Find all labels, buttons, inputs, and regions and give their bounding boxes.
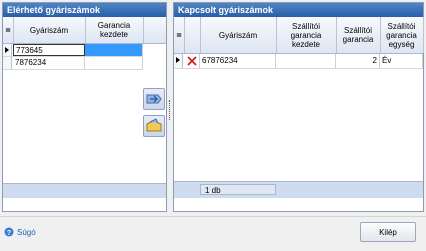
splitter-handle[interactable]: [169, 100, 171, 120]
row-selector[interactable]: [3, 57, 12, 69]
cell-warranty-start[interactable]: [85, 57, 143, 69]
cell-warranty-start[interactable]: [85, 44, 143, 56]
linked-serials-title: Kapcsolt gyáriszámok: [174, 3, 423, 17]
row-selector[interactable]: [174, 54, 183, 68]
row-selector[interactable]: [3, 44, 12, 56]
column-header-delete: [184, 17, 201, 53]
cell-serial[interactable]: 773645: [13, 44, 85, 56]
column-header-serial[interactable]: Gyáriszám: [200, 17, 277, 53]
available-serials-footer: [3, 183, 166, 198]
move-to-linked-button[interactable]: [143, 88, 165, 110]
help-label[interactable]: Súgó: [17, 228, 36, 237]
help-link[interactable]: ? Súgó: [4, 226, 36, 238]
delete-row-button[interactable]: [184, 54, 200, 68]
cell-supplier-start[interactable]: [276, 54, 336, 68]
column-header-serial[interactable]: Gyáriszám: [13, 17, 86, 43]
column-header-supplier-warranty[interactable]: Szállítói garancia: [336, 17, 381, 53]
linked-serials-header: ≣ Gyáriszám Szállítói garancia kezdete S…: [174, 17, 424, 54]
exit-button[interactable]: Kilép: [360, 222, 416, 242]
cell-serial[interactable]: 7876234: [13, 57, 85, 69]
delete-x-icon: [187, 56, 197, 66]
cell-supplier-warranty[interactable]: 2: [336, 54, 380, 68]
column-header-supplier-start[interactable]: Szállítói garancia kezdete: [276, 17, 337, 53]
column-header-warranty-start[interactable]: Garancia kezdete: [85, 17, 144, 43]
svg-text:?: ?: [7, 230, 11, 237]
move-to-available-button[interactable]: [143, 115, 165, 137]
move-left-icon: [146, 118, 162, 132]
move-right-icon: [146, 94, 162, 104]
table-row[interactable]: 67876234 2 Év: [174, 54, 423, 69]
cell-supplier-unit[interactable]: Év: [380, 54, 423, 68]
column-header-supplier-unit[interactable]: Szállítói garancia egység: [380, 17, 424, 53]
available-serials-header: ≣ Gyáriszám Garancia kezdete: [3, 17, 166, 44]
linked-count: 1 db: [200, 184, 276, 195]
linked-serials-panel: Kapcsolt gyáriszámok ≣ Gyáriszám Szállít…: [173, 2, 424, 212]
available-serials-title: Elérhető gyáriszámok: [3, 3, 166, 17]
table-row[interactable]: 7876234: [3, 57, 143, 70]
help-icon: ?: [4, 227, 14, 237]
footer-separator: [0, 216, 426, 217]
table-row[interactable]: 773645: [3, 44, 143, 57]
linked-serials-footer: 1 db: [174, 181, 423, 198]
cell-serial[interactable]: 67876234: [200, 54, 276, 68]
